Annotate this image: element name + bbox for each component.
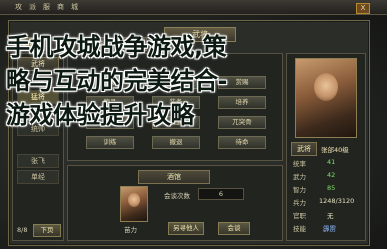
list-item[interactable]: 单经 <box>17 170 59 184</box>
close-icon[interactable]: X <box>356 3 370 14</box>
command-button[interactable]: 撤退 <box>152 136 200 149</box>
command-button[interactable]: 待命 <box>218 136 266 149</box>
tavern-panel: 酒馆 苗力 会谈次数 6 另寻他人 会谈 <box>67 165 283 241</box>
top-tab-attack[interactable]: 攻 <box>12 1 25 13</box>
stat-value: 无 <box>327 212 334 220</box>
top-tab-city[interactable]: 城 <box>68 1 81 13</box>
stat-label: 统率 <box>293 160 306 168</box>
stat-value: 霹雳 <box>323 225 336 233</box>
stat-value: 42 <box>327 171 336 179</box>
top-menu-bar: 攻 派 服 商 城 X <box>0 0 387 15</box>
headline-line-3: 游戏体验提升攻略 <box>6 101 195 129</box>
hero-face <box>128 193 140 207</box>
top-tab-shop[interactable]: 商 <box>54 1 67 13</box>
hero-portrait[interactable] <box>120 186 148 222</box>
general-name: 张郃40级 <box>321 146 349 154</box>
list-item[interactable]: 张飞 <box>17 154 59 168</box>
stat-value: 41 <box>327 158 336 166</box>
headline-line-1: 手机攻城战争游戏,策 <box>6 33 227 61</box>
stat-label: 官职 <box>293 212 306 220</box>
headline-line-2: 略与互动的完美结合- <box>6 67 227 95</box>
stat-value: 1248/3120 <box>319 197 355 205</box>
meet-label: 会谈次数 <box>164 192 190 200</box>
top-tab-service[interactable]: 服 <box>40 1 53 13</box>
next-page-button[interactable]: 下页 <box>33 224 61 237</box>
talk-button[interactable]: 会谈 <box>218 222 250 235</box>
meet-count-field: 6 <box>198 188 244 200</box>
command-button[interactable]: 训练 <box>86 136 134 149</box>
stat-label: 技能 <box>293 225 306 233</box>
find-other-button[interactable]: 另寻他人 <box>168 222 204 235</box>
tavern-heading: 酒馆 <box>138 170 210 184</box>
top-tab-faction[interactable]: 派 <box>26 1 39 13</box>
hero-name: 苗力 <box>124 226 137 234</box>
page-counter: 8/8 <box>17 226 28 234</box>
overlay-headline: 手机攻城战争游戏,策 略与互动的完美结合- 游戏体验提升攻略 <box>6 30 387 132</box>
stats-heading: 武将 <box>291 142 317 156</box>
stat-label: 武力 <box>293 173 306 181</box>
stat-label: 兵力 <box>293 199 306 207</box>
stat-value: 85 <box>327 184 336 192</box>
stat-label: 智力 <box>293 186 306 194</box>
